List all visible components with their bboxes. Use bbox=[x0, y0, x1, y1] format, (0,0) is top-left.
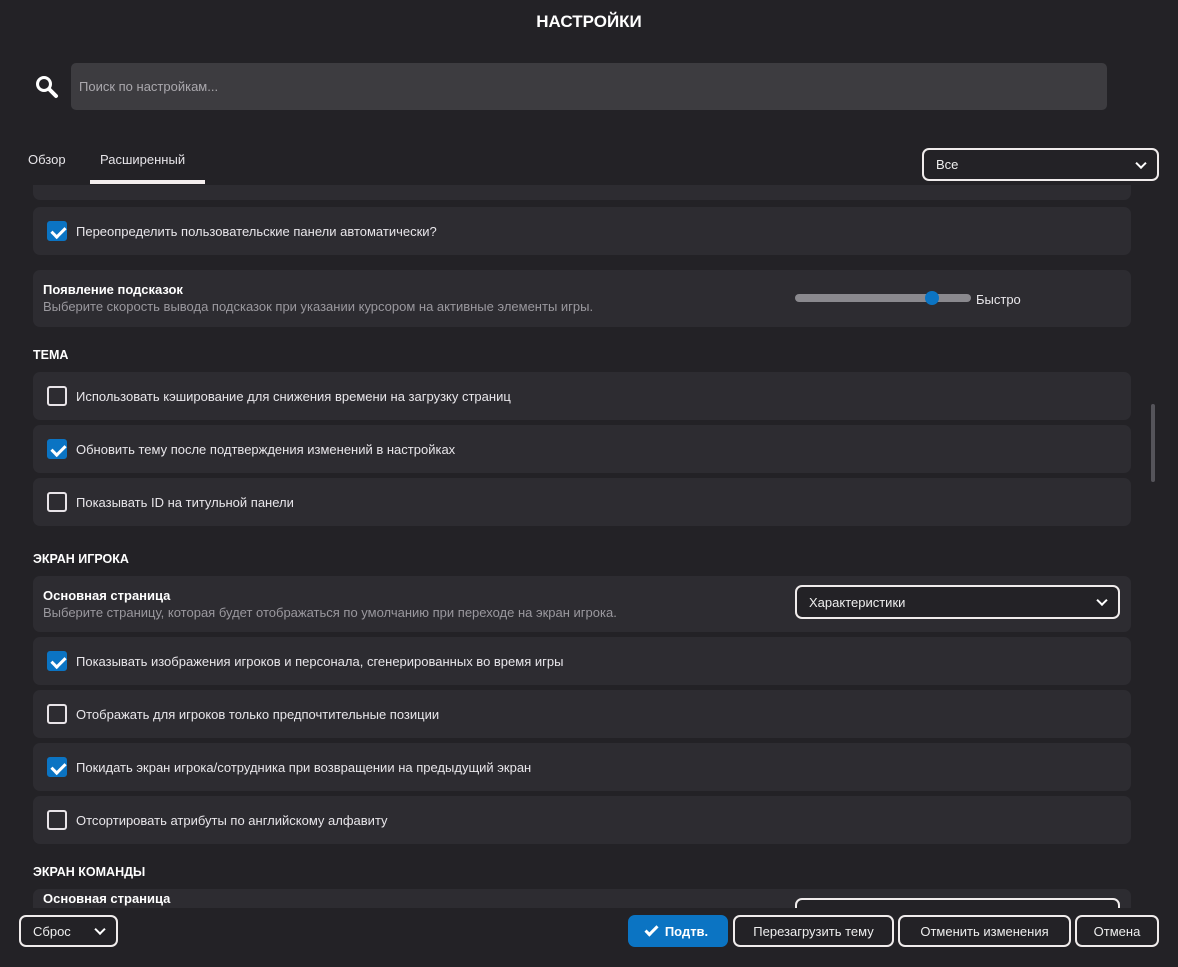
tab-overview[interactable]: Обзор bbox=[28, 152, 66, 167]
check-icon bbox=[644, 921, 659, 937]
active-tab-indicator bbox=[90, 180, 205, 184]
tooltip-speed-panel: Появление подсказок Выберите скорость вы… bbox=[33, 270, 1131, 327]
checkbox[interactable] bbox=[47, 439, 67, 459]
checkbox[interactable] bbox=[47, 704, 67, 724]
setting-row[interactable]: Покидать экран игрока/сотрудника при воз… bbox=[33, 743, 1131, 791]
checkbox[interactable] bbox=[47, 810, 67, 830]
section-theme: ТЕМА bbox=[33, 348, 69, 362]
section-team-screen: ЭКРАН КОМАНДЫ bbox=[33, 865, 146, 879]
setting-row[interactable]: Показывать ID на титульной панели bbox=[33, 478, 1131, 526]
setting-label: Отсортировать атрибуты по английскому ал… bbox=[76, 812, 388, 828]
tab-advanced[interactable]: Расширенный bbox=[100, 152, 185, 167]
reset-label: Сброс bbox=[33, 923, 71, 939]
reset-dropdown-button[interactable]: Сброс bbox=[19, 915, 118, 947]
setting-label: Показывать изображения игроков и персона… bbox=[76, 653, 564, 669]
setting-label: Отображать для игроков только предпочтит… bbox=[76, 706, 440, 722]
partial-panel bbox=[33, 185, 1131, 200]
checkbox[interactable] bbox=[47, 757, 67, 777]
checkbox[interactable] bbox=[47, 651, 67, 671]
section-player-screen: ЭКРАН ИГРОКА bbox=[33, 552, 129, 566]
checkbox[interactable] bbox=[47, 492, 67, 512]
revert-changes-button[interactable]: Отменить изменения bbox=[898, 915, 1071, 947]
setting-row[interactable]: Отображать для игроков только предпочтит… bbox=[33, 690, 1131, 738]
player-main-page-dropdown[interactable]: Характеристики bbox=[795, 585, 1120, 619]
setting-label: Покидать экран игрока/сотрудника при воз… bbox=[76, 759, 532, 775]
player-main-page-panel: Основная страница Выберите страницу, кот… bbox=[33, 576, 1131, 632]
override-panels-checkbox[interactable] bbox=[47, 221, 67, 241]
setting-row[interactable]: Обновить тему после подтверждения измене… bbox=[33, 425, 1131, 473]
override-panels-row[interactable]: Переопределить пользовательские панели а… bbox=[33, 207, 1131, 255]
settings-list[interactable]: Переопределить пользовательские панели а… bbox=[0, 185, 1178, 908]
tooltip-speed-value: Быстро bbox=[976, 292, 1021, 307]
filter-dropdown[interactable]: Все bbox=[922, 148, 1159, 181]
setting-row[interactable]: Использовать кэширование для снижения вр… bbox=[33, 372, 1131, 420]
confirm-button[interactable]: Подтв. bbox=[628, 915, 728, 947]
dialog-title: НАСТРОЙКИ bbox=[536, 12, 642, 31]
search-input[interactable] bbox=[71, 63, 1107, 110]
search-icon bbox=[36, 76, 58, 98]
scrollbar[interactable] bbox=[1151, 404, 1155, 482]
chevron-down-icon bbox=[1135, 157, 1147, 169]
filter-value: Все bbox=[936, 157, 959, 172]
cancel-button[interactable]: Отмена bbox=[1075, 915, 1159, 947]
team-main-page-dropdown[interactable] bbox=[795, 898, 1120, 908]
override-panels-label: Переопределить пользовательские панели а… bbox=[76, 223, 437, 239]
team-main-page-panel: Основная страница bbox=[33, 889, 1131, 908]
dropdown-value: Характеристики bbox=[809, 594, 906, 610]
chevron-down-icon bbox=[94, 923, 106, 936]
checkbox[interactable] bbox=[47, 386, 67, 406]
tooltip-speed-slider[interactable] bbox=[795, 291, 971, 305]
setting-row[interactable]: Отсортировать атрибуты по английскому ал… bbox=[33, 796, 1131, 844]
chevron-down-icon bbox=[1096, 594, 1108, 607]
setting-label: Использовать кэширование для снижения вр… bbox=[76, 388, 511, 404]
setting-label: Показывать ID на титульной панели bbox=[76, 494, 294, 510]
reload-theme-button[interactable]: Перезагрузить тему bbox=[733, 915, 894, 947]
setting-row[interactable]: Показывать изображения игроков и персона… bbox=[33, 637, 1131, 685]
confirm-label: Подтв. bbox=[664, 923, 709, 939]
setting-label: Обновить тему после подтверждения измене… bbox=[76, 441, 456, 457]
